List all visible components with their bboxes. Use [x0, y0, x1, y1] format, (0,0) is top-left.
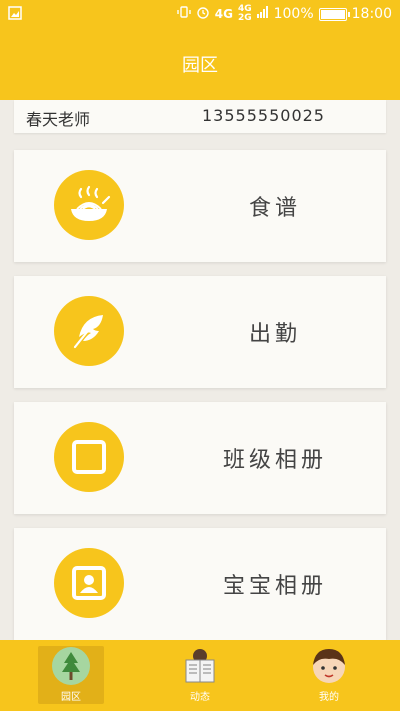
attendance-card[interactable]: 出勤: [14, 276, 386, 388]
network-2g-small: 2G: [237, 13, 252, 23]
network-4g-label: 4G: [214, 7, 233, 21]
class-album-card[interactable]: 班级相册: [14, 402, 386, 514]
status-bar: 4G 4G 2G 100% 18:00: [0, 0, 400, 28]
tab-feed[interactable]: 动态: [167, 646, 233, 704]
image-notification-icon: [8, 6, 22, 24]
vibrate-icon: [177, 5, 191, 23]
tab-park[interactable]: 园区: [38, 646, 104, 704]
tab-profile[interactable]: 我的: [296, 646, 362, 704]
baby-album-card[interactable]: 宝宝相册: [14, 528, 386, 640]
clock-time: 18:00: [351, 6, 392, 22]
teacher-phone[interactable]: 13555550025: [202, 106, 325, 125]
alarm-icon: [196, 5, 210, 23]
teacher-info-card: 春天老师 13555550025: [14, 100, 386, 133]
tab-profile-label: 我的: [319, 692, 339, 703]
battery-icon: [318, 7, 350, 21]
recipe-label: 食谱: [248, 196, 301, 221]
photo-frame-icon: [54, 422, 124, 492]
recipe-card[interactable]: 食谱: [14, 150, 386, 262]
tab-park-label: 园区: [61, 692, 81, 703]
feather-icon: [54, 296, 124, 366]
page-title: 园区: [182, 55, 218, 76]
boy-face-icon: [309, 646, 349, 686]
bottom-tab-bar: 园区 动态 我的: [0, 640, 400, 711]
baby-photo-icon: [54, 548, 124, 618]
noodle-bowl-icon: [54, 170, 124, 240]
network-stack: 4G 2G: [238, 5, 252, 23]
battery-percent: 100%: [273, 6, 314, 22]
signal-icon: [256, 6, 269, 22]
tree-icon: [51, 646, 91, 686]
class-album-label: 班级相册: [222, 448, 327, 473]
newspaper-reader-icon: [180, 646, 220, 686]
teacher-name: 春天老师: [26, 110, 91, 129]
tab-feed-label: 动态: [190, 692, 210, 703]
attendance-label: 出勤: [248, 322, 301, 347]
baby-album-label: 宝宝相册: [222, 574, 327, 599]
app-header: 园区: [0, 28, 400, 100]
